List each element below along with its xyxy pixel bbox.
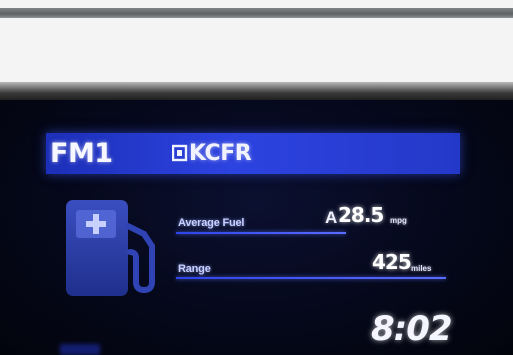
dashboard-trim-top xyxy=(0,8,513,18)
station-name: KCFR xyxy=(171,141,252,166)
bottom-indicator xyxy=(60,344,100,355)
rds-icon xyxy=(171,144,188,162)
station-callsign: KCFR xyxy=(189,141,252,166)
average-fuel-divider xyxy=(176,232,346,234)
fuel-pump-icon xyxy=(66,200,155,296)
range-value: 425 xyxy=(372,250,412,274)
average-fuel-label: Average Fuel xyxy=(178,217,245,229)
average-fuel-prefix: A xyxy=(325,208,338,227)
clock-display: 8:02 xyxy=(371,309,453,349)
average-fuel-unit: mpg xyxy=(390,216,407,225)
radio-band-label: FM1 xyxy=(50,138,113,169)
average-fuel-value: 28.5 xyxy=(338,203,384,227)
photo-frame: FM1 KCFR Average Fuel A 28.5 mpg Range 4… xyxy=(0,0,513,355)
range-divider xyxy=(176,277,446,279)
range-unit: miles xyxy=(411,264,432,273)
range-label: Range xyxy=(178,263,211,275)
